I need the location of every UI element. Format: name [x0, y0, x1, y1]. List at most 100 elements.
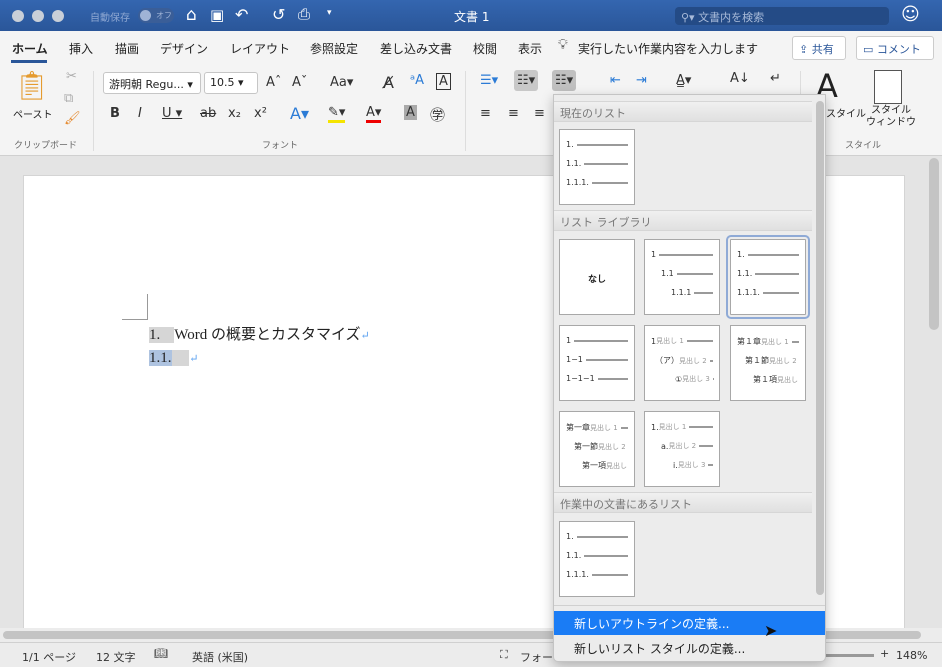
tab-view[interactable]: 表示: [518, 40, 542, 57]
current-list-thumbnail[interactable]: 1. 1.1. 1.1.1.: [559, 129, 635, 205]
share-button[interactable]: ⇪ 共有: [792, 36, 846, 60]
tab-mailings[interactable]: 差し込み文書: [380, 40, 452, 57]
tab-references[interactable]: 参照設定: [310, 40, 358, 57]
level-heading-label: 見出し 2: [598, 442, 626, 451]
character-border-icon[interactable]: A: [436, 73, 451, 90]
proofing-icon[interactable]: 📖︎: [154, 647, 168, 660]
library-list-thumbnail[interactable]: 1. 見出し 1 a. 見出し 2 i. 見出し 3: [644, 411, 720, 487]
clipboard-group-label: クリップボード: [14, 141, 78, 151]
menu-item-define-new-multilevel-list[interactable]: 新しいアウトラインの定義...: [554, 611, 825, 635]
tab-insert[interactable]: 挿入: [69, 40, 93, 57]
tab-home[interactable]: ホーム: [12, 40, 48, 57]
shrink-font-icon[interactable]: Aˇ: [292, 75, 307, 90]
menu-item-define-new-list-style[interactable]: 新しいリスト スタイルの定義...: [554, 636, 825, 660]
clear-formatting-icon[interactable]: A̸: [383, 73, 394, 92]
level-line: [576, 143, 628, 146]
smiley-feedback-icon[interactable]: ☺: [901, 4, 920, 25]
level-heading-label: 見出し: [777, 375, 798, 384]
tell-me-input[interactable]: 実行したい作業内容を入力します: [578, 40, 758, 57]
increase-indent-icon[interactable]: ⇥: [636, 73, 647, 88]
dropdown-scrollbar[interactable]: [816, 101, 824, 595]
language-status[interactable]: 英語 (米国): [192, 649, 248, 665]
zoom-slider[interactable]: [826, 654, 874, 657]
cut-icon[interactable]: ✂: [66, 69, 77, 84]
align-center-icon[interactable]: ≡: [508, 106, 519, 121]
bullets-icon[interactable]: ☰▾: [480, 73, 498, 88]
thumbnail-level-2: a. 見出し 2: [651, 441, 713, 451]
text-effects-icon[interactable]: A▾: [290, 104, 309, 123]
tab-review[interactable]: 校閲: [473, 40, 497, 57]
customize-toolbar-icon[interactable]: ▾: [327, 8, 332, 18]
page-count[interactable]: 1/1 ページ: [22, 649, 76, 665]
thumbnail-level-3: 第一項 見出し: [566, 460, 628, 471]
none-label: なし: [587, 275, 606, 285]
bold-button[interactable]: B: [110, 106, 120, 121]
strikethrough-button[interactable]: ab: [200, 106, 216, 121]
level-number: 1.1.: [566, 159, 582, 168]
thumbnail-level-2: 1−1: [566, 355, 628, 364]
highlight-color-icon[interactable]: ✎▾: [328, 105, 346, 123]
zoom-window-button[interactable]: [52, 10, 64, 22]
tab-draw[interactable]: 描画: [115, 40, 139, 57]
format-painter-icon[interactable]: 🖌︎: [64, 111, 81, 126]
decrease-indent-icon[interactable]: ⇤: [610, 73, 621, 88]
library-list-thumbnail[interactable]: 1 1−1 1−1−1: [559, 325, 635, 401]
library-list-thumbnail[interactable]: 1. 1.1. 1.1.1.: [726, 235, 810, 319]
list-item-level1[interactable]: 1. Word の概要とカスタマイズ↵: [149, 323, 370, 344]
phonetic-guide-icon[interactable]: ᵃA: [410, 73, 424, 88]
numbering-icon[interactable]: ☷▾: [514, 70, 539, 91]
comment-icon: ▭: [863, 43, 877, 56]
level-number: 1.: [737, 250, 745, 259]
superscript-button[interactable]: x²: [254, 106, 267, 121]
font-color-icon[interactable]: A▾: [366, 105, 382, 123]
comments-button[interactable]: ▭ コメント: [856, 36, 934, 60]
show-marks-icon[interactable]: ↵: [770, 71, 781, 86]
tab-design[interactable]: デザイン: [160, 40, 208, 57]
font-name-select[interactable]: 游明朝 Regu... ▾: [103, 72, 201, 94]
sort-icon[interactable]: A↓: [730, 71, 750, 86]
redo-icon[interactable]: ↺: [272, 5, 285, 24]
save-icon[interactable]: ▣: [210, 6, 224, 24]
multilevel-list-icon[interactable]: ☷▾: [552, 70, 577, 91]
document-list-thumbnail[interactable]: 1. 1.1. 1.1.1.: [559, 521, 635, 597]
change-case-icon[interactable]: Aa▾: [330, 75, 353, 90]
thumbnail-level-3: 1−1−1: [566, 374, 628, 383]
style-window-icon[interactable]: [874, 70, 902, 104]
print-icon[interactable]: ⎙: [298, 5, 310, 23]
library-none-thumbnail[interactable]: なし: [559, 239, 635, 315]
copy-icon[interactable]: ⧉: [64, 91, 73, 106]
focus-icon[interactable]: ⛶: [500, 648, 508, 662]
paste-label[interactable]: ペースト: [13, 106, 53, 121]
align-right-icon[interactable]: ≡: [534, 106, 545, 121]
subscript-button[interactable]: x₂: [228, 106, 241, 121]
focus-label[interactable]: フォー: [520, 649, 553, 665]
autosave-toggle[interactable]: オフ: [138, 8, 174, 23]
underline-button[interactable]: U ▾: [162, 106, 182, 121]
home-icon[interactable]: ⌂: [186, 5, 197, 25]
library-list-thumbnail[interactable]: 1 1.1 1.1.1: [644, 239, 720, 315]
styles-label[interactable]: スタイル: [826, 105, 866, 120]
font-size-select[interactable]: 10.5 ▾: [204, 72, 258, 94]
paste-icon[interactable]: 📋︎: [14, 69, 50, 102]
list-item-level2[interactable]: 1.1. ↵: [149, 350, 198, 367]
italic-button[interactable]: I: [138, 106, 142, 121]
search-input[interactable]: ⚲▾ 文書内を検索: [675, 7, 889, 25]
vertical-scrollbar[interactable]: [929, 158, 939, 330]
zoom-in-icon[interactable]: +: [880, 647, 889, 660]
library-list-thumbnail[interactable]: 第１章 見出し 1 第１節 見出し 2 第１項 見出し: [730, 325, 806, 401]
character-spacing-icon[interactable]: A̳▾: [676, 73, 691, 88]
tab-layout[interactable]: レイアウト: [230, 40, 290, 57]
library-list-thumbnail[interactable]: 第一章 見出し 1 第一節 見出し 2 第一項 見出し: [559, 411, 635, 487]
close-window-button[interactable]: [12, 10, 24, 22]
enclose-characters-icon[interactable]: ㊫: [430, 104, 445, 125]
align-left-icon[interactable]: ≡: [480, 106, 491, 121]
grow-font-icon[interactable]: Aˆ: [266, 75, 281, 90]
word-count[interactable]: 12 文字: [96, 649, 136, 665]
style-window-label[interactable]: スタイル ウィンドウ: [866, 105, 916, 129]
level-number: 1.1.: [737, 269, 753, 278]
undo-icon[interactable]: ↶: [235, 5, 248, 24]
minimize-window-button[interactable]: [32, 10, 44, 22]
zoom-level[interactable]: 148%: [896, 649, 927, 662]
library-list-thumbnail[interactable]: 1 見出し 1 （ア） 見出し 2 ① 見出し 3: [644, 325, 720, 401]
character-shading-icon[interactable]: A: [404, 105, 417, 120]
